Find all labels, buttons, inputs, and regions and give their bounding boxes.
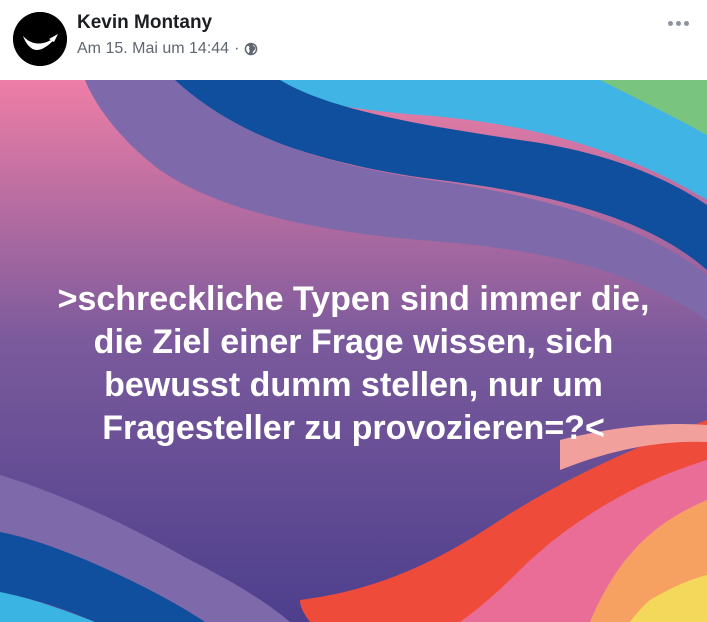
facebook-post: Kevin Montany Am 15. Mai um 14:44 · >sch… (0, 0, 707, 622)
author-avatar[interactable] (13, 12, 67, 66)
post-background: >schreckliche Typen sind immer die, die … (0, 80, 707, 622)
post-text: >schreckliche Typen sind immer die, die … (57, 280, 650, 447)
post-meta: Am 15. Mai um 14:44 · (77, 40, 258, 58)
more-options-icon[interactable] (665, 12, 691, 34)
post-timestamp[interactable]: Am 15. Mai um 14:44 (77, 40, 229, 58)
meta-separator: · (234, 40, 240, 57)
bird-logo-icon (13, 12, 67, 66)
post-header: Kevin Montany Am 15. Mai um 14:44 · (0, 0, 707, 80)
author-name[interactable]: Kevin Montany (77, 12, 212, 34)
globe-icon[interactable] (244, 42, 258, 56)
